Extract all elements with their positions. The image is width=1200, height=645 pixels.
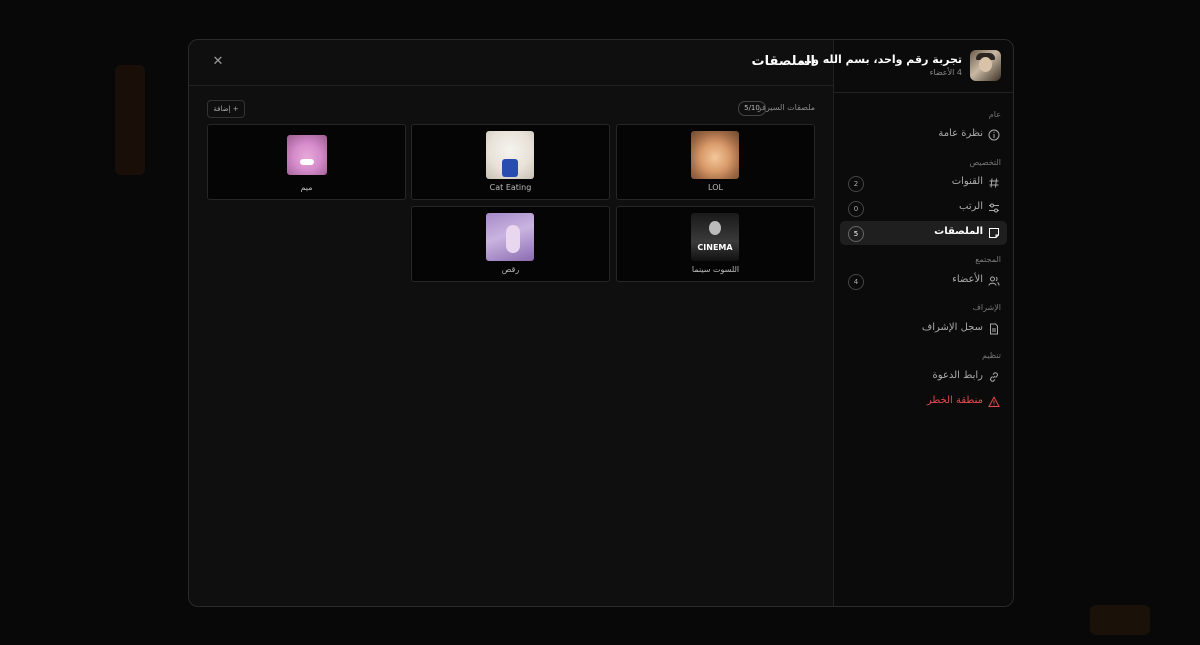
add-sticker-button[interactable]: + إضافة	[207, 100, 245, 118]
hash-icon	[988, 177, 1000, 189]
sticker-label: LOL	[708, 183, 723, 192]
sticker-label: Cat Eating	[489, 183, 532, 192]
sidebar-item-label: نظرة عامة	[938, 128, 983, 139]
file-icon	[988, 323, 1000, 335]
sidebar-item-danger-zone[interactable]: منطقة الخطر	[840, 390, 1007, 414]
sticker-image	[691, 131, 739, 179]
sidebar-item-roles[interactable]: الرتب 0	[840, 196, 1007, 220]
sidebar-item-label: القنوات	[951, 176, 983, 187]
section-label-community: المجتمع	[975, 255, 1001, 264]
sticker-label: اللسوت سينما	[691, 265, 740, 274]
settings-sidebar: تجربة رقم واحد، بسم الله و... 4 الأعضاء …	[800, 40, 1013, 606]
sidebar-item-label: رابط الدعوة	[932, 370, 983, 381]
section-label-customization: التخصيص	[969, 158, 1001, 167]
stickers-count-label: ملصقات السيرفر	[757, 103, 815, 112]
server-member-count: 4 الأعضاء	[929, 68, 962, 77]
sidebar-item-label: منطقة الخطر	[926, 395, 983, 406]
sticker-card[interactable]: Cat Eating	[411, 124, 610, 200]
stickers-count-badge: 5/10	[738, 101, 766, 116]
sidebar-item-count: 4	[848, 274, 864, 290]
section-label-moderation: الإشراف	[972, 303, 1001, 312]
sidebar-item-label: سجل الإشراف	[921, 322, 983, 333]
users-icon	[988, 275, 1000, 287]
settings-modal: الملصقات ✕ ملصقات السيرفر 5/10 + إضافة L…	[188, 39, 1014, 607]
sidebar-item-label: الملصقات	[934, 226, 983, 237]
server-header: تجربة رقم واحد، بسم الله و... 4 الأعضاء	[800, 40, 1013, 93]
sticker-image: CINEMA	[691, 213, 739, 261]
sticker-card[interactable]: ميم	[207, 124, 406, 200]
sticker-card[interactable]: CINEMA اللسوت سينما	[616, 206, 815, 282]
sidebar-item-count: 2	[848, 176, 864, 192]
link-icon	[988, 371, 1000, 383]
close-icon[interactable]: ✕	[211, 55, 225, 69]
sticker-image	[486, 213, 534, 261]
sidebar-item-channels[interactable]: القنوات 2	[840, 171, 1007, 195]
sidebar-item-audit-log[interactable]: سجل الإشراف	[840, 317, 1007, 341]
sticker-icon	[988, 227, 1000, 239]
sidebar-item-label: الأعضاء	[952, 274, 983, 285]
sidebar-item-invite-link[interactable]: رابط الدعوة	[840, 365, 1007, 389]
info-icon	[988, 129, 1000, 141]
sidebar-item-members[interactable]: الأعضاء 4	[840, 269, 1007, 293]
section-label-organization: تنظيم	[982, 351, 1001, 360]
blurred-background-element	[1090, 605, 1150, 635]
sidebar-item-label: الرتب	[959, 201, 983, 212]
sticker-label: ميم	[300, 183, 313, 192]
sidebar-item-count: 5	[848, 226, 864, 242]
stickers-panel: الملصقات ✕ ملصقات السيرفر 5/10 + إضافة L…	[189, 40, 833, 606]
sidebar-item-overview[interactable]: نظرة عامة	[840, 123, 1007, 147]
sticker-card[interactable]: رقص	[411, 206, 610, 282]
sticker-image	[486, 131, 534, 179]
warning-icon	[988, 396, 1000, 408]
server-name: تجربة رقم واحد، بسم الله و...	[799, 53, 962, 66]
sticker-label: رقص	[501, 265, 520, 274]
sticker-image-text: CINEMA	[697, 243, 733, 252]
blurred-background-element	[115, 65, 145, 175]
panel-header: الملصقات ✕	[189, 40, 833, 86]
sidebar-item-count: 0	[848, 201, 864, 217]
sticker-card[interactable]: LOL	[616, 124, 815, 200]
server-avatar	[970, 50, 1001, 81]
section-label-general: عام	[988, 110, 1001, 119]
sliders-icon	[988, 202, 1000, 214]
sidebar-item-stickers[interactable]: الملصقات 5	[840, 221, 1007, 245]
sticker-image	[287, 135, 327, 175]
